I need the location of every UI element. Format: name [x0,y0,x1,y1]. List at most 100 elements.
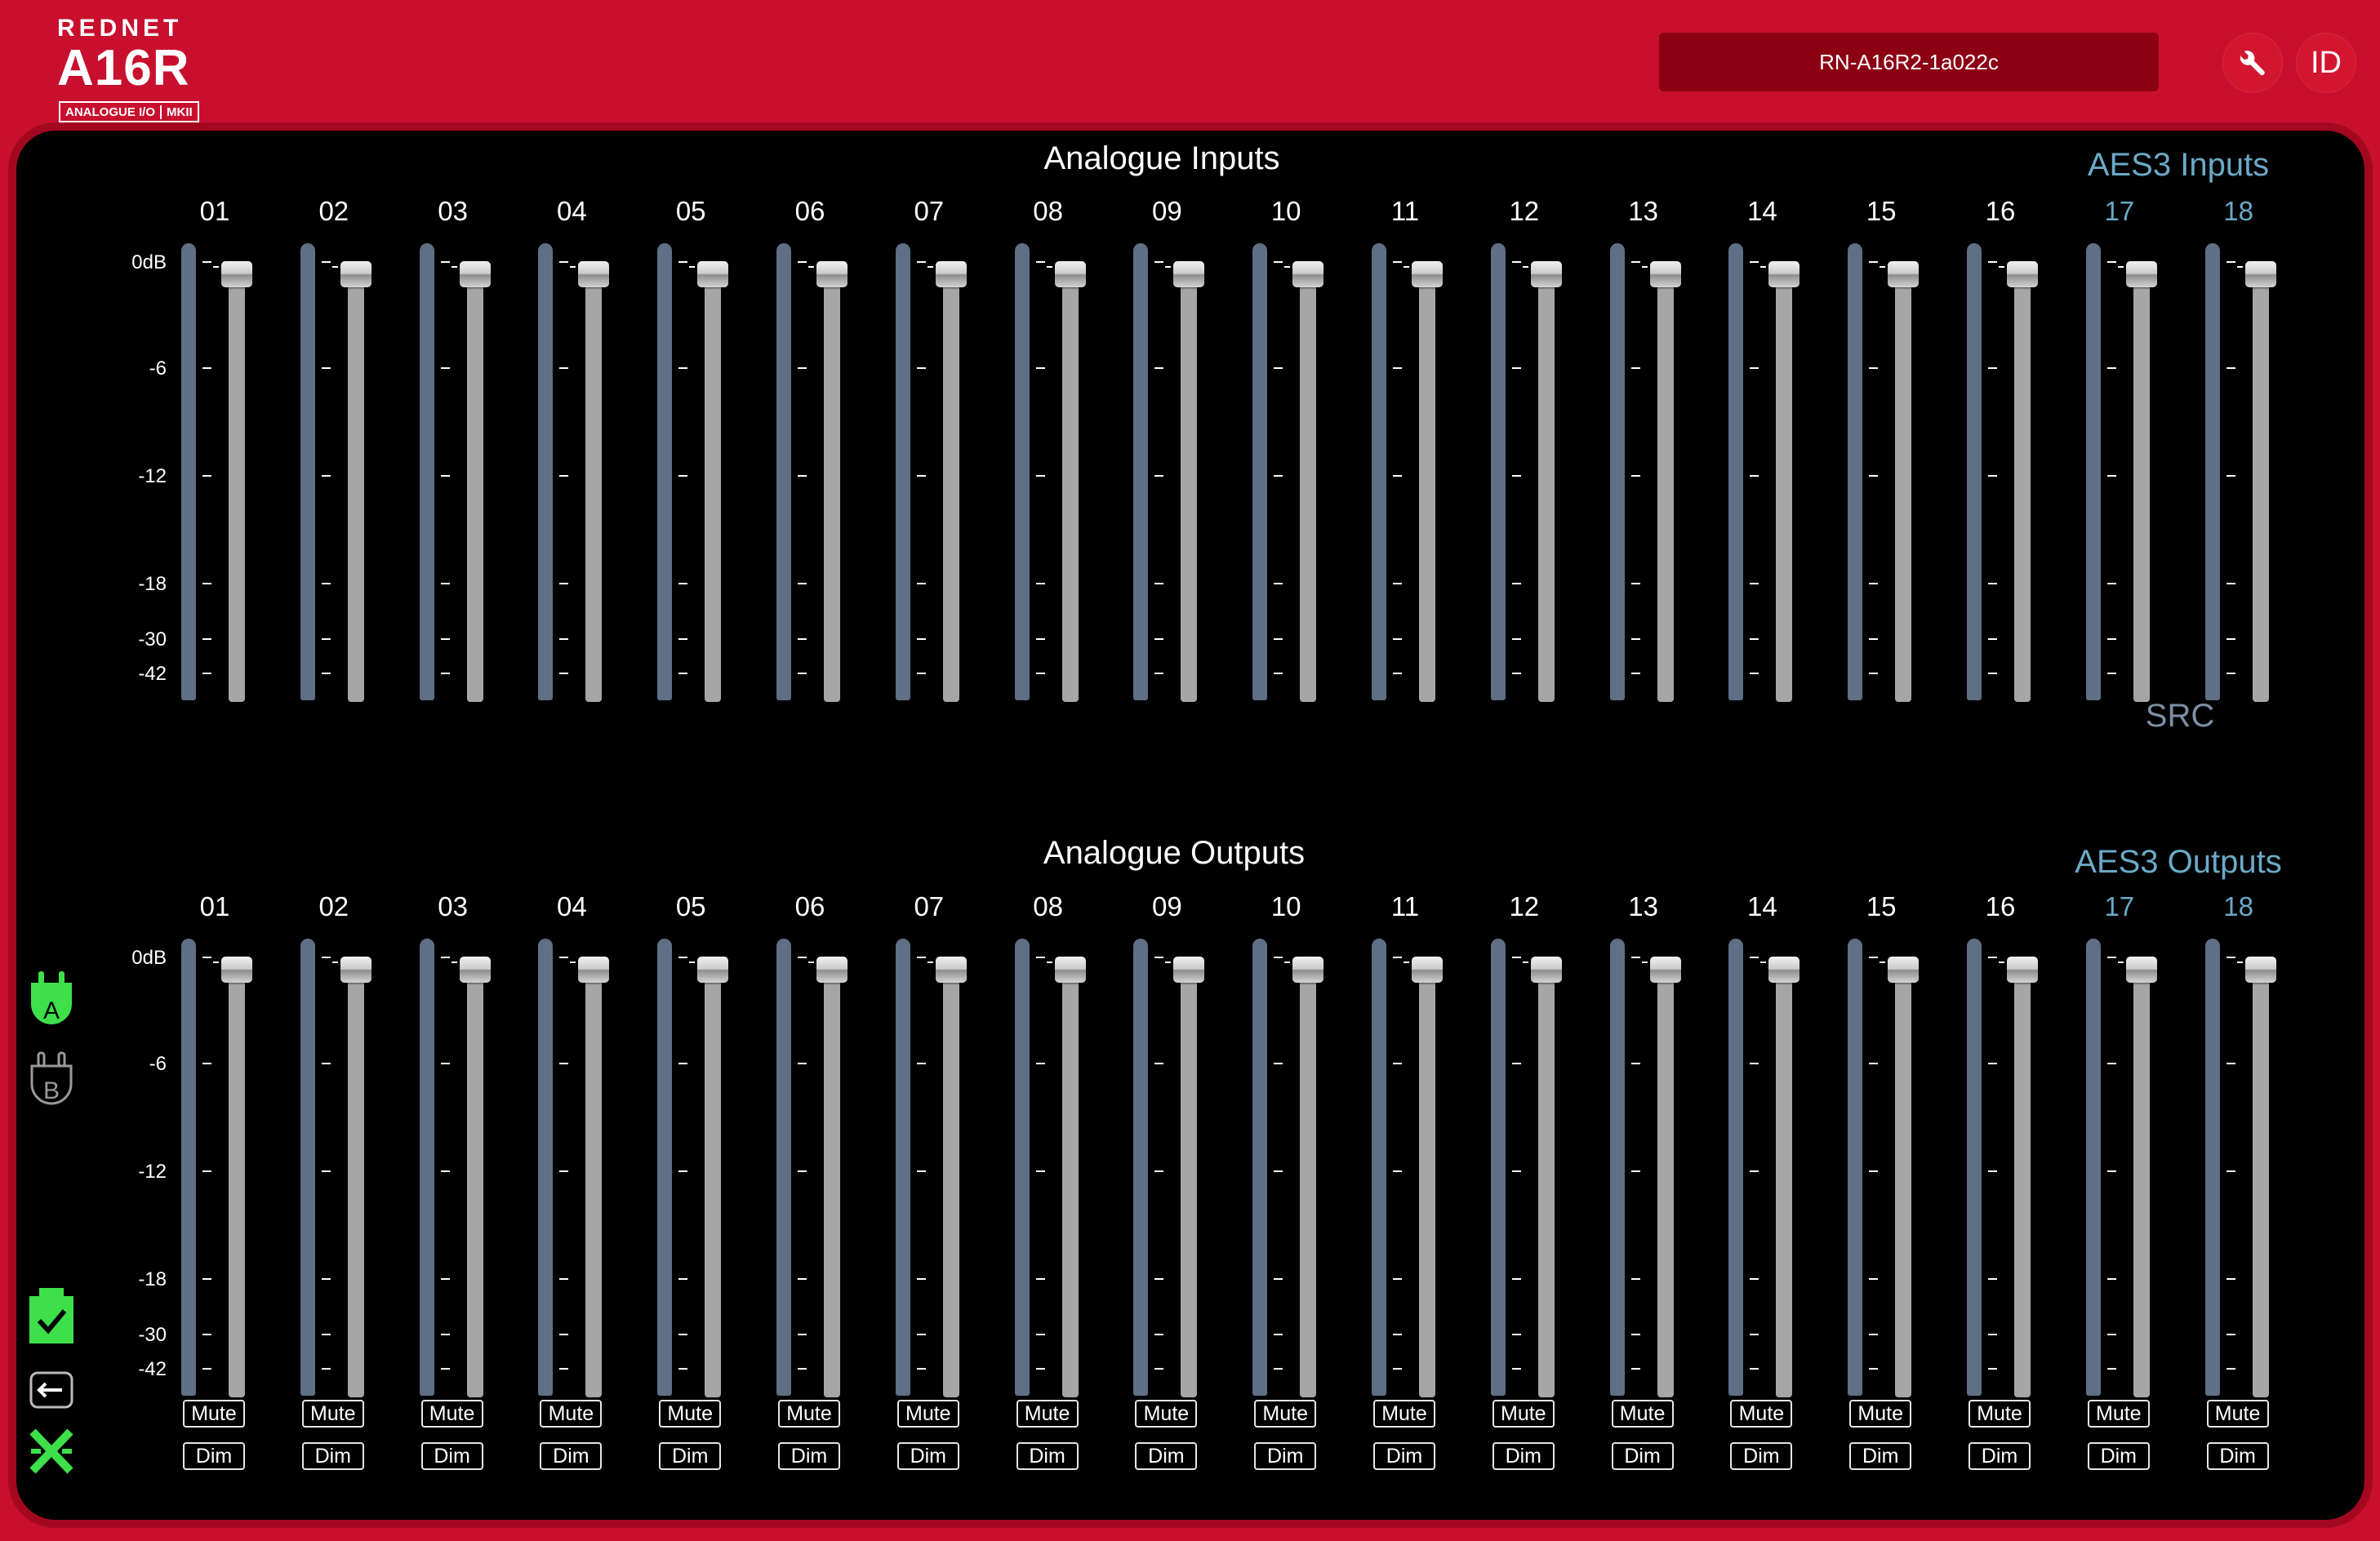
input-fader-track[interactable] [1895,278,1912,702]
output-fader-track[interactable] [942,973,959,1397]
input-fader-knob[interactable] [1173,261,1205,287]
output-fader-knob[interactable] [1888,957,1920,983]
mute-button[interactable]: Mute [1373,1400,1435,1428]
output-fader-knob[interactable] [2125,957,2157,983]
dim-button[interactable]: Dim [1492,1442,1555,1470]
output-fader-track[interactable] [2133,973,2150,1397]
input-fader-track[interactable] [1776,278,1793,702]
output-fader-track[interactable] [1061,973,1079,1397]
network-b-plug-icon[interactable]: B [28,1051,75,1116]
input-fader-knob[interactable] [935,261,967,287]
output-fader-track[interactable] [1181,973,1198,1397]
mute-button[interactable]: Mute [659,1400,722,1428]
dim-button[interactable]: Dim [1611,1442,1674,1470]
close-x-icon[interactable] [29,1428,73,1478]
output-fader-track[interactable] [1537,973,1555,1397]
dim-button[interactable]: Dim [1373,1442,1435,1470]
output-fader-track[interactable] [229,973,245,1397]
dim-button[interactable]: Dim [778,1442,840,1470]
mute-button[interactable]: Mute [420,1400,483,1428]
mute-button[interactable]: Mute [1254,1400,1317,1428]
output-fader-track[interactable] [2252,973,2269,1397]
output-fader-knob[interactable] [1530,957,1562,983]
dim-button[interactable]: Dim [420,1442,483,1470]
output-fader-knob[interactable] [1649,957,1681,983]
dim-button[interactable]: Dim [540,1442,603,1470]
input-fader-track[interactable] [1419,278,1435,702]
input-fader-track[interactable] [705,278,722,702]
output-fader-track[interactable] [347,973,364,1397]
output-fader-knob[interactable] [935,957,967,983]
input-fader-track[interactable] [347,278,364,702]
mute-button[interactable]: Mute [1492,1400,1555,1428]
mute-button[interactable]: Mute [1969,1400,2031,1428]
input-fader-track[interactable] [1657,278,1674,702]
input-fader-knob[interactable] [2125,261,2157,287]
input-fader-knob[interactable] [1412,261,1443,287]
dim-button[interactable]: Dim [1969,1442,2031,1470]
output-fader-track[interactable] [585,973,603,1397]
dim-button[interactable]: Dim [1254,1442,1317,1470]
output-fader-knob[interactable] [578,957,610,983]
output-fader-track[interactable] [466,973,483,1397]
identify-button[interactable]: ID [2296,33,2356,93]
input-fader-track[interactable] [2014,278,2031,702]
input-fader-track[interactable] [229,278,245,702]
output-fader-knob[interactable] [340,957,371,983]
dim-button[interactable]: Dim [2206,1442,2269,1470]
input-fader-track[interactable] [1300,278,1317,702]
input-fader-track[interactable] [2252,278,2269,702]
mute-button[interactable]: Mute [2087,1400,2150,1428]
input-fader-track[interactable] [466,278,483,702]
return-icon[interactable] [29,1371,73,1413]
mute-button[interactable]: Mute [896,1400,959,1428]
dim-button[interactable]: Dim [1135,1442,1198,1470]
mute-button[interactable]: Mute [183,1400,245,1428]
dim-button[interactable]: Dim [1849,1442,1912,1470]
input-fader-knob[interactable] [697,261,729,287]
input-fader-track[interactable] [1181,278,1198,702]
output-fader-track[interactable] [824,973,840,1397]
input-fader-knob[interactable] [1768,261,1800,287]
mute-button[interactable]: Mute [1730,1400,1793,1428]
input-fader-track[interactable] [942,278,959,702]
mute-button[interactable]: Mute [2206,1400,2269,1428]
mute-button[interactable]: Mute [1016,1400,1079,1428]
mute-button[interactable]: Mute [1849,1400,1912,1428]
output-fader-knob[interactable] [1173,957,1205,983]
input-fader-track[interactable] [824,278,840,702]
input-fader-knob[interactable] [340,261,371,287]
input-fader-knob[interactable] [816,261,847,287]
mute-button[interactable]: Mute [1135,1400,1198,1428]
output-fader-track[interactable] [1657,973,1674,1397]
dim-button[interactable]: Dim [1730,1442,1793,1470]
mute-button[interactable]: Mute [301,1400,364,1428]
output-fader-knob[interactable] [1768,957,1800,983]
dim-button[interactable]: Dim [1016,1442,1079,1470]
output-fader-knob[interactable] [1412,957,1443,983]
input-fader-knob[interactable] [2244,261,2276,287]
dim-button[interactable]: Dim [896,1442,959,1470]
output-fader-track[interactable] [705,973,722,1397]
mute-button[interactable]: Mute [540,1400,603,1428]
input-fader-knob[interactable] [1292,261,1324,287]
output-fader-track[interactable] [1419,973,1435,1397]
input-fader-track[interactable] [585,278,603,702]
input-fader-track[interactable] [2133,278,2150,702]
output-fader-track[interactable] [2014,973,2031,1397]
input-fader-knob[interactable] [459,261,491,287]
output-fader-knob[interactable] [2007,957,2038,983]
output-fader-knob[interactable] [459,957,491,983]
settings-button[interactable] [2222,33,2283,93]
dim-button[interactable]: Dim [2087,1442,2150,1470]
dim-button[interactable]: Dim [183,1442,245,1470]
dim-button[interactable]: Dim [301,1442,364,1470]
input-fader-track[interactable] [1537,278,1555,702]
output-fader-knob[interactable] [1054,957,1086,983]
input-fader-knob[interactable] [1054,261,1086,287]
network-a-plug-icon[interactable]: A [28,971,75,1036]
input-fader-knob[interactable] [221,261,252,287]
output-fader-knob[interactable] [221,957,252,983]
output-fader-knob[interactable] [1292,957,1324,983]
mute-button[interactable]: Mute [778,1400,840,1428]
